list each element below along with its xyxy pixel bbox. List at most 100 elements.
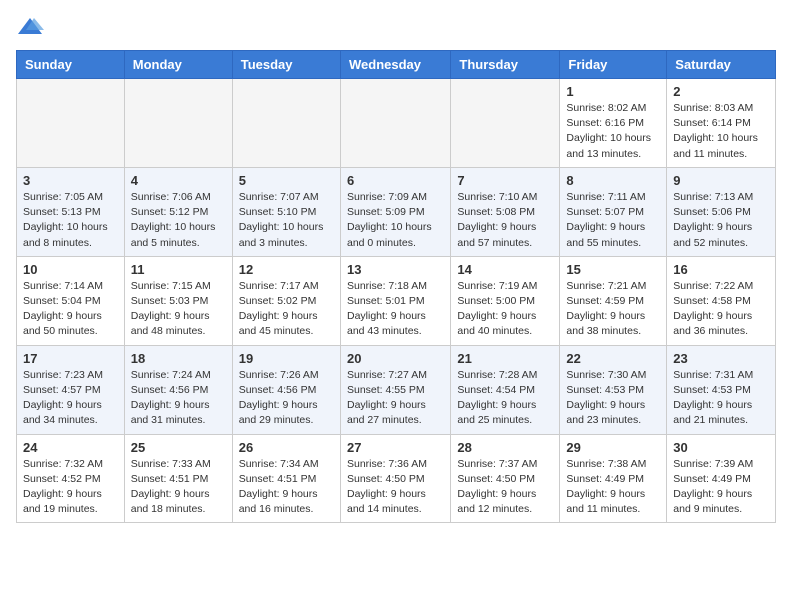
logo-icon (16, 16, 44, 38)
day-cell: 18 Sunrise: 7:24 AM Sunset: 4:56 PM Dayli… (124, 345, 232, 434)
day-info: Sunrise: 7:38 AM Sunset: 4:49 PM Dayligh… (566, 457, 660, 518)
day-cell (17, 79, 125, 168)
day-cell (124, 79, 232, 168)
day-info: Sunrise: 7:31 AM Sunset: 4:53 PM Dayligh… (673, 368, 769, 429)
day-info: Sunrise: 7:24 AM Sunset: 4:56 PM Dayligh… (131, 368, 226, 429)
day-cell: 21 Sunrise: 7:28 AM Sunset: 4:54 PM Dayli… (451, 345, 560, 434)
day-info: Sunrise: 7:18 AM Sunset: 5:01 PM Dayligh… (347, 279, 444, 340)
week-row-4: 17 Sunrise: 7:23 AM Sunset: 4:57 PM Dayli… (17, 345, 776, 434)
day-number: 16 (673, 262, 769, 277)
day-info: Sunrise: 7:09 AM Sunset: 5:09 PM Dayligh… (347, 190, 444, 251)
day-cell: 10 Sunrise: 7:14 AM Sunset: 5:04 PM Dayli… (17, 256, 125, 345)
day-cell: 19Sunrise: 7:26 AM Sunset: 4:56 PM Dayli… (232, 345, 340, 434)
day-info: Sunrise: 7:05 AM Sunset: 5:13 PM Dayligh… (23, 190, 118, 251)
day-number: 28 (457, 440, 553, 455)
day-info: Sunrise: 7:07 AM Sunset: 5:10 PM Dayligh… (239, 190, 334, 251)
day-number: 14 (457, 262, 553, 277)
day-cell: 24 Sunrise: 7:32 AM Sunset: 4:52 PM Dayli… (17, 434, 125, 523)
day-info: Sunrise: 7:33 AM Sunset: 4:51 PM Dayligh… (131, 457, 226, 518)
day-cell: 25 Sunrise: 7:33 AM Sunset: 4:51 PM Dayli… (124, 434, 232, 523)
weekday-header-thursday: Thursday (451, 51, 560, 79)
day-cell: 5 Sunrise: 7:07 AM Sunset: 5:10 PM Daylig… (232, 167, 340, 256)
day-info: Sunrise: 7:21 AM Sunset: 4:59 PM Dayligh… (566, 279, 660, 340)
day-number: 30 (673, 440, 769, 455)
day-info: Sunrise: 7:28 AM Sunset: 4:54 PM Dayligh… (457, 368, 553, 429)
day-number: 26 (239, 440, 334, 455)
day-cell: 13Sunrise: 7:18 AM Sunset: 5:01 PM Dayli… (340, 256, 450, 345)
day-number: 12 (239, 262, 334, 277)
day-number: 18 (131, 351, 226, 366)
day-number: 17 (23, 351, 118, 366)
day-number: 22 (566, 351, 660, 366)
day-cell: 22 Sunrise: 7:30 AM Sunset: 4:53 PM Dayli… (560, 345, 667, 434)
day-info: Sunrise: 7:10 AM Sunset: 5:08 PM Dayligh… (457, 190, 553, 251)
day-info: Sunrise: 7:13 AM Sunset: 5:06 PM Dayligh… (673, 190, 769, 251)
weekday-header-sunday: Sunday (17, 51, 125, 79)
day-cell: 6 Sunrise: 7:09 AM Sunset: 5:09 PM Daylig… (340, 167, 450, 256)
day-cell: 12 Sunrise: 7:17 AM Sunset: 5:02 PM Dayli… (232, 256, 340, 345)
day-cell: 30 Sunrise: 7:39 AM Sunset: 4:49 PM Dayli… (667, 434, 776, 523)
day-info: Sunrise: 8:03 AM Sunset: 6:14 PM Dayligh… (673, 101, 769, 162)
day-cell (451, 79, 560, 168)
logo (16, 16, 48, 38)
week-row-1: 1Sunrise: 8:02 AM Sunset: 6:16 PM Daylig… (17, 79, 776, 168)
day-number: 6 (347, 173, 444, 188)
day-info: Sunrise: 7:37 AM Sunset: 4:50 PM Dayligh… (457, 457, 553, 518)
day-cell: 23 Sunrise: 7:31 AM Sunset: 4:53 PM Dayli… (667, 345, 776, 434)
day-info: Sunrise: 7:27 AM Sunset: 4:55 PM Dayligh… (347, 368, 444, 429)
day-cell: 29 Sunrise: 7:38 AM Sunset: 4:49 PM Dayli… (560, 434, 667, 523)
week-row-5: 24 Sunrise: 7:32 AM Sunset: 4:52 PM Dayli… (17, 434, 776, 523)
day-info: Sunrise: 7:14 AM Sunset: 5:04 PM Dayligh… (23, 279, 118, 340)
day-number: 19 (239, 351, 334, 366)
weekday-header-tuesday: Tuesday (232, 51, 340, 79)
day-cell: 26 Sunrise: 7:34 AM Sunset: 4:51 PM Dayli… (232, 434, 340, 523)
day-info: Sunrise: 7:11 AM Sunset: 5:07 PM Dayligh… (566, 190, 660, 251)
day-cell: 3 Sunrise: 7:05 AM Sunset: 5:13 PM Daylig… (17, 167, 125, 256)
day-number: 3 (23, 173, 118, 188)
day-cell: 1Sunrise: 8:02 AM Sunset: 6:16 PM Daylig… (560, 79, 667, 168)
day-number: 21 (457, 351, 553, 366)
day-info: Sunrise: 7:17 AM Sunset: 5:02 PM Dayligh… (239, 279, 334, 340)
day-number: 29 (566, 440, 660, 455)
day-number: 24 (23, 440, 118, 455)
day-number: 10 (23, 262, 118, 277)
day-number: 7 (457, 173, 553, 188)
day-cell: 2 Sunrise: 8:03 AM Sunset: 6:14 PM Daylig… (667, 79, 776, 168)
weekday-header-monday: Monday (124, 51, 232, 79)
day-cell: 8 Sunrise: 7:11 AM Sunset: 5:07 PM Daylig… (560, 167, 667, 256)
day-cell: 4Sunrise: 7:06 AM Sunset: 5:12 PM Daylig… (124, 167, 232, 256)
day-info: Sunrise: 7:39 AM Sunset: 4:49 PM Dayligh… (673, 457, 769, 518)
week-row-3: 10 Sunrise: 7:14 AM Sunset: 5:04 PM Dayli… (17, 256, 776, 345)
day-cell: 15 Sunrise: 7:21 AM Sunset: 4:59 PM Dayli… (560, 256, 667, 345)
day-info: Sunrise: 7:34 AM Sunset: 4:51 PM Dayligh… (239, 457, 334, 518)
day-info: Sunrise: 7:23 AM Sunset: 4:57 PM Dayligh… (23, 368, 118, 429)
calendar: SundayMondayTuesdayWednesdayThursdayFrid… (16, 50, 776, 523)
day-number: 4 (131, 173, 226, 188)
day-cell: 14 Sunrise: 7:19 AM Sunset: 5:00 PM Dayli… (451, 256, 560, 345)
day-info: Sunrise: 7:32 AM Sunset: 4:52 PM Dayligh… (23, 457, 118, 518)
day-number: 15 (566, 262, 660, 277)
weekday-header-friday: Friday (560, 51, 667, 79)
header (16, 16, 776, 38)
day-cell (340, 79, 450, 168)
day-number: 8 (566, 173, 660, 188)
day-number: 5 (239, 173, 334, 188)
weekday-header-wednesday: Wednesday (340, 51, 450, 79)
day-cell: 11 Sunrise: 7:15 AM Sunset: 5:03 PM Dayli… (124, 256, 232, 345)
page: SundayMondayTuesdayWednesdayThursdayFrid… (0, 0, 792, 539)
day-cell: 27Sunrise: 7:36 AM Sunset: 4:50 PM Dayli… (340, 434, 450, 523)
day-number: 20 (347, 351, 444, 366)
day-info: Sunrise: 7:30 AM Sunset: 4:53 PM Dayligh… (566, 368, 660, 429)
day-number: 25 (131, 440, 226, 455)
day-number: 11 (131, 262, 226, 277)
day-number: 2 (673, 84, 769, 99)
day-cell: 16 Sunrise: 7:22 AM Sunset: 4:58 PM Dayli… (667, 256, 776, 345)
day-info: Sunrise: 7:19 AM Sunset: 5:00 PM Dayligh… (457, 279, 553, 340)
day-info: Sunrise: 7:22 AM Sunset: 4:58 PM Dayligh… (673, 279, 769, 340)
day-cell: 28 Sunrise: 7:37 AM Sunset: 4:50 PM Dayli… (451, 434, 560, 523)
day-info: Sunrise: 7:36 AM Sunset: 4:50 PM Dayligh… (347, 457, 444, 518)
day-cell (232, 79, 340, 168)
day-number: 23 (673, 351, 769, 366)
day-number: 9 (673, 173, 769, 188)
day-info: Sunrise: 7:15 AM Sunset: 5:03 PM Dayligh… (131, 279, 226, 340)
